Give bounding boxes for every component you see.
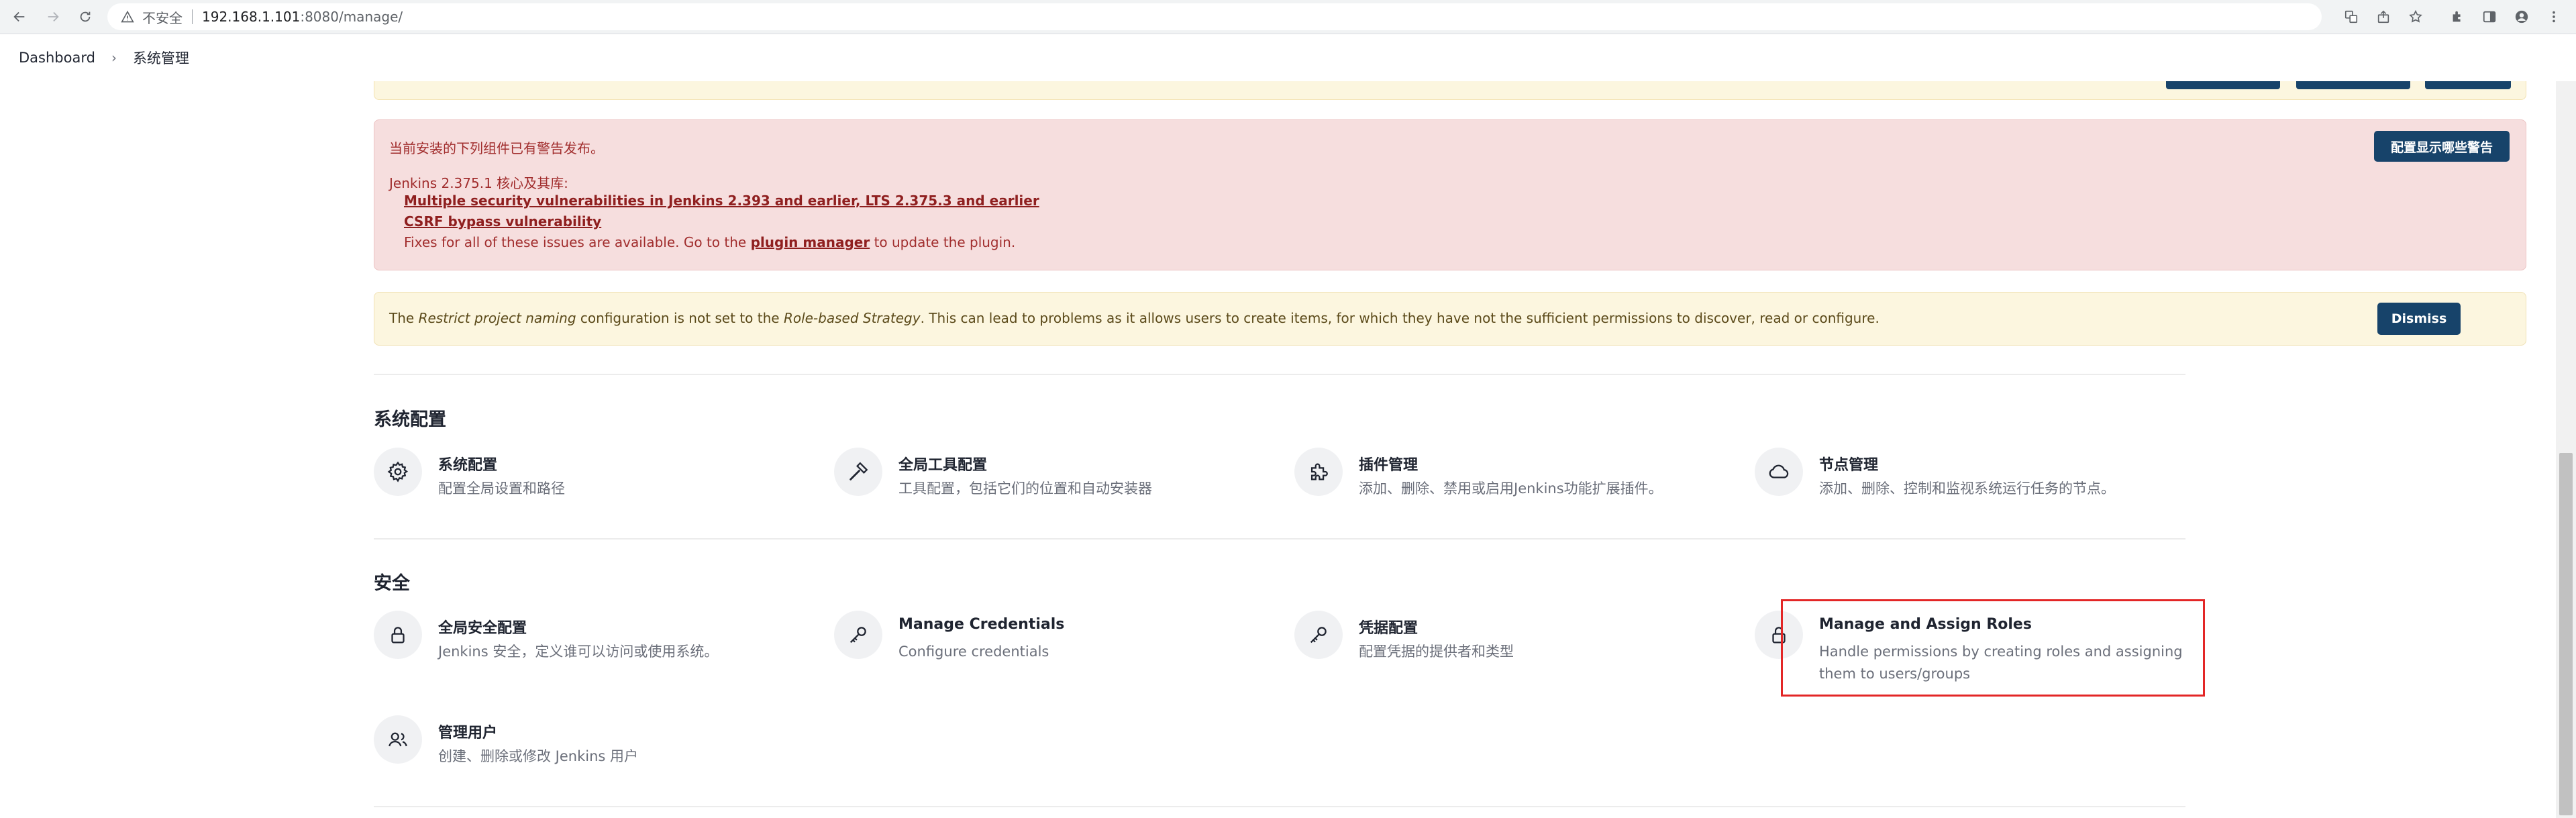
chevron-right-icon: › — [111, 50, 117, 66]
manage-users-item[interactable]: 管理用户 创建、删除或修改 Jenkins 用户 — [374, 715, 803, 776]
item-desc: 工具配置，包括它们的位置和自动安装器 — [898, 480, 1152, 497]
item-desc: Configure credentials — [898, 644, 1049, 660]
vulnerability-link-2[interactable]: CSRF bypass vulnerability — [404, 213, 601, 229]
item-title: Manage Credentials — [898, 616, 1065, 633]
alert-top-partial — [374, 81, 2526, 100]
highlight-box — [1781, 599, 2205, 697]
breadcrumb: Dashboard › 系统管理 — [0, 34, 2576, 81]
hammer-icon — [834, 448, 882, 496]
vulnerability-link-1[interactable]: Multiple security vulnerabilities in Jen… — [404, 193, 1039, 209]
item-title: 凭据配置 — [1359, 620, 1419, 637]
translate-icon — [2345, 10, 2358, 23]
gear-icon — [374, 448, 422, 496]
bookmark-button[interactable] — [2405, 6, 2426, 28]
cloud-icon — [1755, 448, 1803, 496]
item-title: 全局工具配置 — [898, 457, 988, 474]
msg-part-1: The — [389, 310, 415, 326]
item-title: 节点管理 — [1819, 457, 1879, 474]
item-desc: 配置凭据的提供者和类型 — [1359, 644, 1514, 660]
reload-icon — [80, 11, 91, 22]
item-desc: 添加、删除、控制和监视系统运行任务的节点。 — [1819, 480, 2115, 497]
extensions-button[interactable] — [2446, 6, 2468, 28]
restrict-naming-alert: The Restrict project naming configuratio… — [374, 292, 2526, 346]
security-warning-heading: 当前安装的下列组件已有警告发布。 — [389, 140, 604, 156]
item-desc: 创建、删除或修改 Jenkins 用户 — [438, 748, 639, 764]
fix-prefix: Fixes for all of these issues are availa… — [404, 234, 747, 250]
item-title: 全局安全配置 — [438, 620, 527, 637]
partial-button-1[interactable] — [2166, 81, 2280, 89]
msg-part-3: . This can lead to problems as it allows… — [920, 310, 1879, 326]
browser-toolbar: 不安全 192.168.1.101 :8080/manage/ — [0, 0, 2576, 34]
section-title-system: 系统配置 — [374, 409, 446, 430]
star-icon — [2409, 9, 2422, 23]
global-tool-config-item[interactable]: 全局工具配置 工具配置，包括它们的位置和自动安装器 — [834, 448, 1264, 508]
reload-button[interactable] — [72, 4, 98, 30]
menu-button[interactable] — [2543, 6, 2565, 28]
puzzle-icon — [1294, 448, 1343, 496]
users-icon — [374, 715, 422, 764]
back-button[interactable] — [7, 4, 32, 30]
item-desc: Jenkins 安全，定义谁可以访问或使用系统。 — [438, 644, 719, 660]
security-warning-component: Jenkins 2.375.1 核心及其库: — [389, 175, 568, 191]
puzzle-icon — [2453, 11, 2461, 22]
item-title: 系统配置 — [438, 457, 498, 474]
section-divider — [374, 374, 2185, 375]
more-vert-icon — [2553, 11, 2555, 23]
credential-config-item[interactable]: 凭据配置 配置凭据的提供者和类型 — [1294, 611, 1724, 671]
manage-credentials-item[interactable]: Manage Credentials Configure credentials — [834, 611, 1264, 671]
security-warning-alert: 当前安装的下列组件已有警告发布。 Jenkins 2.375.1 核心及其库: … — [374, 119, 2526, 270]
item-title: 管理用户 — [438, 725, 498, 742]
section-divider — [374, 538, 2185, 540]
arrow-right-icon — [48, 11, 59, 22]
dismiss-button[interactable]: Dismiss — [2377, 303, 2461, 335]
breadcrumb-dashboard[interactable]: Dashboard — [19, 50, 95, 66]
system-config-item[interactable]: 系统配置 配置全局设置和路径 — [374, 448, 803, 508]
partial-button-2[interactable] — [2296, 81, 2410, 89]
side-panel-icon — [2483, 11, 2496, 23]
forward-button[interactable] — [40, 4, 66, 30]
partial-button-3[interactable] — [2425, 81, 2511, 89]
insecure-label: 不安全 — [142, 9, 183, 26]
share-button[interactable] — [2373, 6, 2394, 28]
section-title-security: 安全 — [374, 573, 410, 594]
warning-icon — [121, 10, 134, 23]
restrict-naming-message: The Restrict project naming configuratio… — [389, 310, 1879, 326]
breadcrumb-manage[interactable]: 系统管理 — [133, 48, 189, 68]
fix-message: Fixes for all of these issues are availa… — [404, 234, 1015, 250]
side-panel-button[interactable] — [2479, 6, 2500, 28]
msg-part-2: configuration is not set to the — [580, 310, 780, 326]
item-title: 插件管理 — [1359, 457, 1419, 474]
msg-em-1: Restrict project naming — [418, 310, 576, 326]
url-host: 192.168.1.101 — [202, 9, 301, 25]
node-manager-item[interactable]: 节点管理 添加、删除、控制和监视系统运行任务的节点。 — [1755, 448, 2184, 508]
item-desc: 添加、删除、禁用或启用Jenkins功能扩展插件。 — [1359, 480, 1663, 497]
profile-button[interactable] — [2511, 6, 2532, 28]
section-divider — [374, 806, 2185, 807]
url-path: :8080/manage/ — [300, 9, 403, 25]
item-desc: 配置全局设置和路径 — [438, 480, 565, 497]
key-icon — [1294, 611, 1343, 659]
address-bar[interactable]: 不安全 192.168.1.101 :8080/manage/ — [107, 3, 2322, 30]
share-icon — [2377, 10, 2389, 23]
fix-suffix: to update the plugin. — [874, 234, 1016, 250]
lock-icon — [374, 611, 422, 659]
arrow-left-icon — [13, 11, 25, 22]
scrollbar-thumb[interactable] — [2559, 453, 2573, 815]
key-icon — [834, 611, 882, 659]
plugin-manager-link[interactable]: plugin manager — [751, 234, 870, 250]
avatar-icon — [2515, 10, 2528, 23]
plugin-manager-item[interactable]: 插件管理 添加、删除、禁用或启用Jenkins功能扩展插件。 — [1294, 448, 1724, 508]
global-security-item[interactable]: 全局安全配置 Jenkins 安全，定义谁可以访问或使用系统。 — [374, 611, 803, 671]
configure-warnings-button[interactable]: 配置显示哪些警告 — [2374, 131, 2510, 162]
msg-em-2: Role-based Strategy — [783, 310, 921, 326]
translate-button[interactable] — [2340, 6, 2362, 28]
omnibox-separator — [192, 9, 193, 24]
